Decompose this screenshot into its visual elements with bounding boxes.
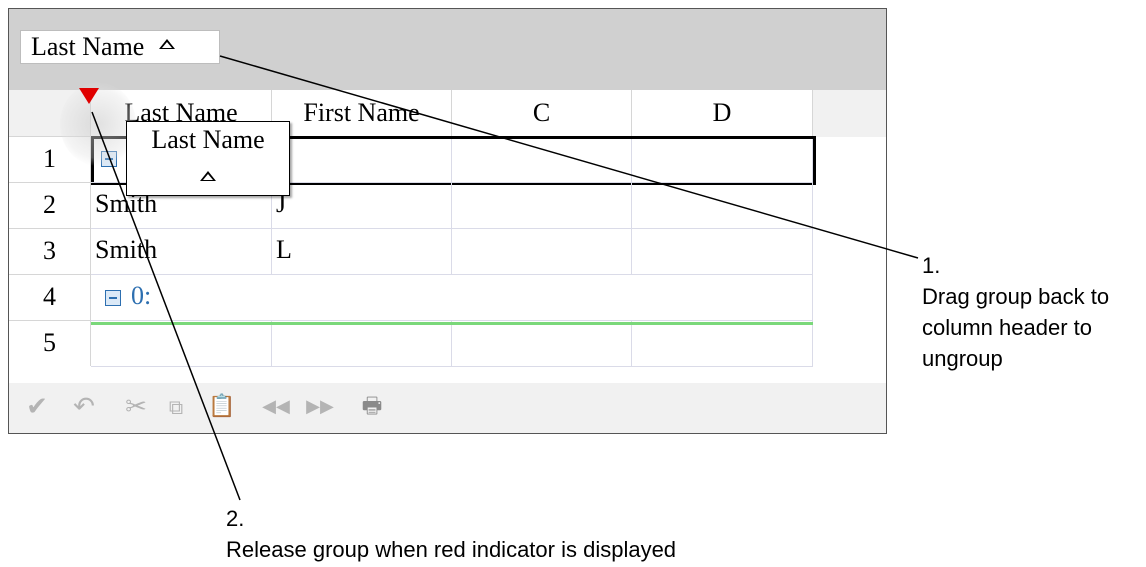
- copy-icon[interactable]: ⧉: [161, 391, 191, 423]
- callout-2-number: 2.: [226, 506, 245, 531]
- cut-icon[interactable]: ✂: [121, 391, 151, 423]
- group-row-label: 0:: [131, 281, 152, 310]
- table-cell[interactable]: [632, 228, 813, 274]
- table-cell[interactable]: [272, 320, 452, 366]
- row-header-5[interactable]: 5: [9, 320, 91, 366]
- sort-ascending-icon: [200, 171, 216, 181]
- table-cell[interactable]: [632, 320, 813, 366]
- table-cell[interactable]: [91, 320, 272, 366]
- row-header-4[interactable]: 4: [9, 274, 91, 320]
- table-cell[interactable]: [452, 228, 632, 274]
- callout-1-number: 1.: [922, 253, 941, 278]
- table-cell[interactable]: J: [272, 182, 452, 228]
- toolbar: ✔ ↶ ✂ ⧉ 📋 ◀◀ ▶▶ 🖶: [9, 383, 886, 433]
- checkmark-icon[interactable]: ✔: [23, 391, 51, 423]
- callout-2-text: Release group when red indicator is disp…: [226, 537, 677, 562]
- collapse-icon[interactable]: [105, 290, 121, 306]
- callout-1-line: column header to: [922, 315, 1092, 340]
- column-header-first-name[interactable]: First Name: [272, 90, 452, 137]
- group-panel: Last Name: [9, 9, 886, 90]
- paste-icon[interactable]: 📋: [207, 391, 237, 423]
- callout-2: 2. Release group when red indicator is d…: [226, 503, 676, 565]
- row-header-3[interactable]: 3: [9, 228, 91, 274]
- column-header-c[interactable]: C: [452, 90, 632, 137]
- group-chip-last-name[interactable]: Last Name: [20, 30, 220, 64]
- bottom-grid-line: [91, 366, 813, 367]
- table-cell[interactable]: Smith: [91, 228, 272, 274]
- undo-icon[interactable]: ↶: [69, 391, 99, 423]
- table-cell[interactable]: L: [272, 228, 452, 274]
- print-icon[interactable]: 🖶: [357, 391, 387, 423]
- drag-proxy-label: Last Name: [151, 125, 265, 154]
- group-chip-label: Last Name: [31, 32, 145, 61]
- table-cell[interactable]: [632, 182, 813, 228]
- row-header-2[interactable]: 2: [9, 182, 91, 228]
- drag-proxy-last-name[interactable]: Last Name: [126, 121, 290, 196]
- table-cell[interactable]: [452, 320, 632, 366]
- spreadsheet-grid: Last Name Last Name First Name C D 1 2 S…: [8, 8, 887, 434]
- callout-1-line: Drag group back to: [922, 284, 1110, 309]
- group-row[interactable]: 0:: [91, 274, 813, 320]
- header-filler: [813, 90, 886, 137]
- next-icon[interactable]: ▶▶: [305, 391, 335, 423]
- callout-1-line: ungroup: [922, 346, 1003, 371]
- column-header-d[interactable]: D: [632, 90, 813, 137]
- table-cell[interactable]: [452, 182, 632, 228]
- red-drop-indicator-icon: [79, 88, 99, 104]
- drop-indicator-line: [91, 322, 813, 325]
- sort-ascending-icon: [158, 39, 175, 49]
- callout-1: 1. Drag group back to column header to u…: [922, 250, 1109, 374]
- previous-icon[interactable]: ◀◀: [261, 391, 291, 423]
